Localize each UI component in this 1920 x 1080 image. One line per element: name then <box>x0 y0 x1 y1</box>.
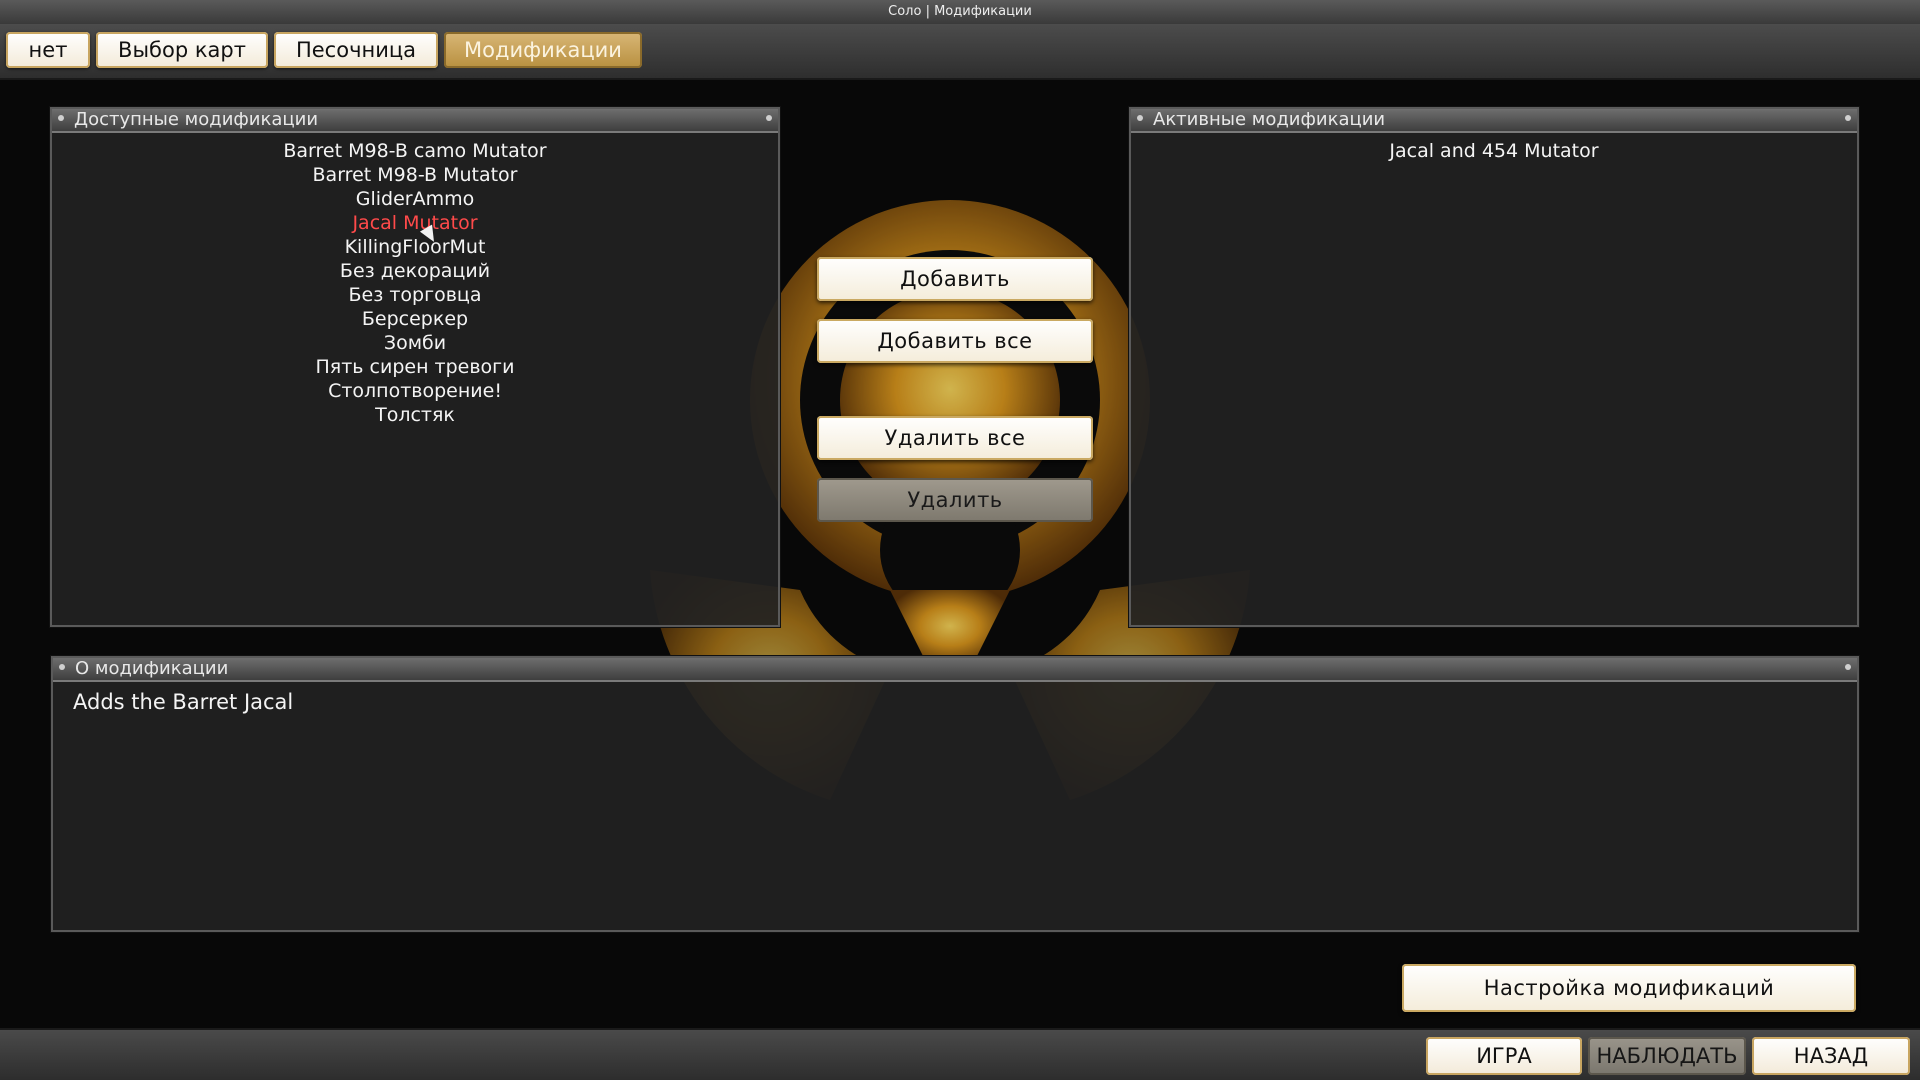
mutator-info-panel: О модификации Adds the Barret Jacal <box>51 656 1859 932</box>
window-title: Соло | Модификации <box>0 0 1920 25</box>
mutator-info-header: О модификации <box>53 658 1857 682</box>
list-item[interactable]: Берсеркер <box>52 307 778 331</box>
tab-map-select[interactable]: Выбор карт <box>96 32 268 68</box>
list-item[interactable]: Barret M98-B Mutator <box>52 163 778 187</box>
available-mutators-panel: Доступные модификации Barret M98-B camo … <box>50 107 780 627</box>
list-item[interactable]: KillingFloorMut <box>52 235 778 259</box>
available-mutators-header: Доступные модификации <box>52 109 778 133</box>
panel-grip-icon <box>1137 115 1143 121</box>
list-item[interactable]: Без декораций <box>52 259 778 283</box>
tab-none[interactable]: нет <box>6 32 90 68</box>
remove-all-button[interactable]: Удалить все <box>817 416 1093 460</box>
list-item[interactable]: GliderAmmo <box>52 187 778 211</box>
list-item[interactable]: Зомби <box>52 331 778 355</box>
play-button[interactable]: ИГРА <box>1426 1037 1582 1075</box>
spectate-button[interactable]: НАБЛЮДАТЬ <box>1588 1037 1746 1075</box>
list-item[interactable]: Без торговца <box>52 283 778 307</box>
add-all-button[interactable]: Добавить все <box>817 319 1093 363</box>
tab-sandbox[interactable]: Песочница <box>274 32 438 68</box>
active-mutators-list[interactable]: Jacal and 454 Mutator <box>1131 133 1857 163</box>
active-mutators-panel: Активные модификации Jacal and 454 Mutat… <box>1129 107 1859 627</box>
tab-mutators[interactable]: Модификации <box>444 32 642 68</box>
panel-grip-icon <box>58 115 64 121</box>
configure-mutators-button[interactable]: Настройка модификаций <box>1402 964 1856 1012</box>
available-mutators-list[interactable]: Barret M98-B camo Mutator Barret M98-B M… <box>52 133 778 427</box>
panel-grip-icon <box>1845 115 1851 121</box>
add-button[interactable]: Добавить <box>817 257 1093 301</box>
tab-bar: нет Выбор карт Песочница Модификации <box>0 24 1920 80</box>
list-item-selected[interactable]: Jacal Mutator <box>52 211 778 235</box>
list-item[interactable]: Столпотворение! <box>52 379 778 403</box>
mods-screen: Соло | Модификации нет Выбор карт Песочн… <box>0 0 1920 1080</box>
panel-grip-icon <box>1845 664 1851 670</box>
list-item[interactable]: Barret M98-B camo Mutator <box>52 139 778 163</box>
bottom-bar: ИГРА НАБЛЮДАТЬ НАЗАД <box>0 1028 1920 1080</box>
panel-grip-icon <box>766 115 772 121</box>
remove-button[interactable]: Удалить <box>817 478 1093 522</box>
active-mutators-header: Активные модификации <box>1131 109 1857 133</box>
back-button[interactable]: НАЗАД <box>1752 1037 1910 1075</box>
list-item[interactable]: Пять сирен тревоги <box>52 355 778 379</box>
list-item[interactable]: Толстяк <box>52 403 778 427</box>
mutator-description: Adds the Barret Jacal <box>73 690 294 714</box>
panel-grip-icon <box>59 664 65 670</box>
list-item[interactable]: Jacal and 454 Mutator <box>1131 139 1857 163</box>
